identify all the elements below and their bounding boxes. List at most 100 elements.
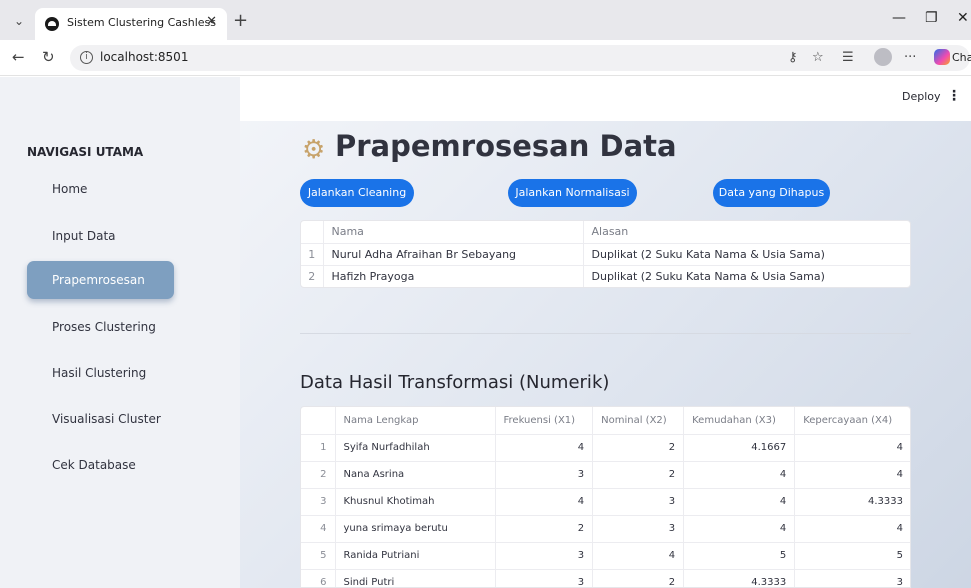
main-content: Deploy ⋮ ⚙ Prapemrosesan Data Jalankan C… (240, 77, 971, 588)
cell-x2[interactable]: 2 (592, 434, 685, 462)
cell-alasan[interactable]: Duplikat (2 Suku Kata Nama & Usia Sama) (583, 265, 910, 287)
cell-x2[interactable]: 4 (592, 542, 685, 570)
cell-x2[interactable]: 3 (592, 515, 685, 543)
favorites-list-icon[interactable]: ☰ (842, 50, 854, 65)
sidebar-item-input-data[interactable]: Input Data (27, 217, 174, 255)
cell-x1[interactable]: 3 (495, 461, 594, 489)
cell-x3[interactable]: 5 (683, 542, 796, 570)
section-title: Data Hasil Transformasi (Numerik) (300, 372, 610, 393)
tab-list-chevron-icon[interactable]: ⌄ (10, 12, 28, 30)
cell-x2[interactable]: 3 (592, 488, 685, 516)
section-divider (300, 333, 911, 334)
column-header: Nama Lengkap (335, 407, 496, 435)
table-row[interactable]: 1 Syifa Nurfadhilah 4 2 4.1667 4 (301, 434, 910, 462)
table-row[interactable]: 5 Ranida Putriani 3 4 5 5 (301, 542, 910, 570)
password-key-icon[interactable]: ⚷ (788, 50, 798, 65)
sidebar-item-hasil-clustering[interactable]: Hasil Clustering (27, 354, 174, 392)
table-row[interactable]: 3 Khusnul Khotimah 4 3 4 4.3333 (301, 488, 910, 516)
table-header-row: Nama Lengkap Frekuensi (X1) Nominal (X2)… (301, 407, 910, 435)
cell-x2[interactable]: 2 (592, 569, 685, 587)
cell-x3[interactable]: 4 (683, 515, 796, 543)
table-header-row: Nama Alasan (301, 221, 910, 244)
sidebar-item-home[interactable]: Home (27, 170, 174, 208)
transform-data-table: Nama Lengkap Frekuensi (X1) Nominal (X2)… (300, 406, 911, 588)
site-info-icon[interactable]: i (80, 51, 93, 64)
cell-x1[interactable]: 4 (495, 434, 594, 462)
table-row[interactable]: 2 Hafizh Prayoga Duplikat (2 Suku Kata N… (301, 265, 910, 287)
cell-x3[interactable]: 4.3333 (683, 569, 796, 587)
cell-x3[interactable]: 4 (683, 488, 796, 516)
cell-x4[interactable]: 4 (794, 515, 910, 543)
favorite-star-icon[interactable]: ☆ (812, 50, 824, 65)
row-index: 5 (301, 542, 336, 570)
cell-x3[interactable]: 4 (683, 461, 796, 489)
profile-avatar-icon[interactable] (874, 48, 892, 66)
row-index: 1 (301, 243, 324, 266)
cell-x4[interactable]: 4.3333 (794, 488, 910, 516)
cell-x2[interactable]: 2 (592, 461, 685, 489)
cell-nama[interactable]: Ranida Putriani (335, 542, 496, 570)
table-row[interactable]: 6 Sindi Putri 3 2 4.3333 3 (301, 569, 910, 587)
run-cleaning-button[interactable]: Jalankan Cleaning (300, 179, 414, 207)
more-dots-icon[interactable]: ··· (904, 50, 916, 65)
sidebar-item-proses-clustering[interactable]: Proses Clustering (27, 308, 174, 346)
cell-x1[interactable]: 2 (495, 515, 594, 543)
cell-nama[interactable]: Hafizh Prayoga (323, 265, 584, 287)
restore-icon[interactable]: ❐ (925, 10, 938, 26)
app-header: Deploy ⋮ (240, 77, 971, 121)
cell-alasan[interactable]: Duplikat (2 Suku Kata Nama & Usia Sama) (583, 243, 910, 266)
column-header: Kepercayaan (X4) (794, 407, 910, 435)
sidebar: NAVIGASI UTAMA Home Input Data Prapemros… (0, 77, 240, 588)
url-text[interactable]: localhost:8501 (100, 50, 188, 64)
table-row[interactable]: 4 yuna srimaya berutu 2 3 4 4 (301, 515, 910, 543)
cell-x1[interactable]: 4 (495, 488, 594, 516)
cell-x4[interactable]: 3 (794, 569, 910, 587)
sidebar-item-cek-database[interactable]: Cek Database (27, 446, 174, 484)
browser-tabstrip: ⌄ Sistem Clustering Cashless ✕ + — ❐ ✕ (0, 0, 971, 40)
table-row[interactable]: 2 Nana Asrina 3 2 4 4 (301, 461, 910, 489)
column-header: Frekuensi (X1) (495, 407, 594, 435)
address-bar[interactable]: i localhost:8501 ⚷ ☆ ☰ ··· (70, 45, 970, 71)
column-header: Nominal (X2) (592, 407, 685, 435)
index-header (301, 407, 336, 435)
tab-close-icon[interactable]: ✕ (206, 14, 217, 29)
main-menu-icon[interactable]: ⋮ (947, 88, 961, 104)
cell-x4[interactable]: 4 (794, 434, 910, 462)
sidebar-item-visualisasi-cluster[interactable]: Visualisasi Cluster (27, 400, 174, 438)
cell-nama[interactable]: Nurul Adha Afraihan Br Sebayang (323, 243, 584, 266)
column-header: Nama (323, 221, 584, 244)
deploy-button[interactable]: Deploy (902, 90, 941, 103)
sidebar-item-prapemrosesan[interactable]: Prapemrosesan (27, 261, 174, 299)
cell-x3[interactable]: 4.1667 (683, 434, 796, 462)
page-title: Prapemrosesan Data (335, 129, 677, 163)
cell-nama[interactable]: Nana Asrina (335, 461, 496, 489)
app-window: NAVIGASI UTAMA Home Input Data Prapemros… (0, 77, 971, 588)
window-close-icon[interactable]: ✕ (957, 10, 969, 26)
new-tab-plus-icon[interactable]: + (233, 10, 248, 31)
streamlit-favicon-icon (45, 17, 59, 31)
index-header (301, 221, 324, 244)
cell-x4[interactable]: 4 (794, 461, 910, 489)
cell-x4[interactable]: 5 (794, 542, 910, 570)
run-normalization-button[interactable]: Jalankan Normalisasi (508, 179, 637, 207)
minimize-icon[interactable]: — (892, 10, 906, 26)
row-index: 6 (301, 569, 336, 587)
row-index: 2 (301, 265, 324, 287)
back-arrow-icon[interactable]: ← (12, 48, 25, 66)
deleted-data-button[interactable]: Data yang Dihapus (713, 179, 830, 207)
copilot-icon[interactable] (934, 49, 950, 65)
deleted-data-table: Nama Alasan 1 Nurul Adha Afraihan Br Seb… (300, 220, 911, 288)
cell-nama[interactable]: yuna srimaya berutu (335, 515, 496, 543)
cell-nama[interactable]: Sindi Putri (335, 569, 496, 587)
cell-x1[interactable]: 3 (495, 542, 594, 570)
sidebar-title: NAVIGASI UTAMA (27, 145, 144, 159)
tab-title: Sistem Clustering Cashless (67, 16, 217, 29)
reload-icon[interactable]: ↻ (42, 48, 55, 66)
cell-nama[interactable]: Syifa Nurfadhilah (335, 434, 496, 462)
cell-x1[interactable]: 3 (495, 569, 594, 587)
copilot-chat-label[interactable]: Chat (952, 51, 971, 64)
table-row[interactable]: 1 Nurul Adha Afraihan Br Sebayang Duplik… (301, 243, 910, 266)
browser-tab[interactable]: Sistem Clustering Cashless ✕ (35, 8, 227, 40)
gear-icon: ⚙ (302, 135, 326, 165)
cell-nama[interactable]: Khusnul Khotimah (335, 488, 496, 516)
